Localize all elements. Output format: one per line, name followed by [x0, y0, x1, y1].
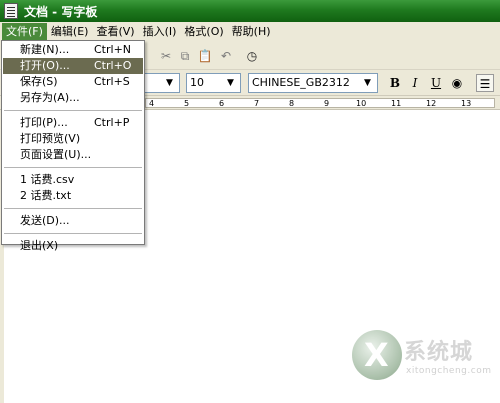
menu-item-label: 页面设置(U)... [20, 148, 92, 161]
file-menu-dropdown: 新建(N)... Ctrl+N 打开(O)... Ctrl+O 保存(S) Ct… [1, 40, 145, 252]
charset-combo[interactable]: CHINESE_GB2312 ▼ [248, 73, 378, 93]
font-combo[interactable]: ▼ [140, 73, 180, 93]
wordpad-app-icon [4, 3, 18, 19]
menu-item-send[interactable]: 发送(D)... [3, 213, 143, 229]
menu-edit[interactable]: 编辑(E) [47, 23, 93, 40]
ruler-tick: 12 [426, 99, 437, 108]
menu-item-label: 新建(N)... [20, 43, 70, 56]
cut-icon[interactable]: ✂ [158, 48, 174, 64]
menu-item-label: 另存为(A)... [20, 91, 80, 104]
align-left-icon[interactable]: ☰ [476, 74, 494, 92]
menu-item-save-as[interactable]: 另存为(A)... [3, 90, 143, 106]
menu-item-recent-1[interactable]: 1 话费.csv [3, 172, 143, 188]
menu-insert[interactable]: 插入(I) [139, 23, 181, 40]
menu-format[interactable]: 格式(O) [180, 23, 227, 40]
menu-item-label: 1 话费.csv [20, 173, 75, 186]
menu-item-print[interactable]: 打印(P)... Ctrl+P [3, 115, 143, 131]
font-size-combo[interactable]: 10 ▼ [186, 73, 241, 93]
insert-datetime-icon[interactable]: ◷ [244, 48, 260, 64]
menu-item-shortcut: Ctrl+P [94, 116, 130, 129]
ruler-tick: 4 [149, 99, 155, 108]
menu-item-shortcut: Ctrl+S [94, 75, 130, 88]
menu-file[interactable]: 文件(F) [2, 22, 47, 40]
menu-item-new[interactable]: 新建(N)... Ctrl+N [3, 42, 143, 58]
title-bar: 文档 - 写字板 [0, 0, 500, 22]
italic-button[interactable]: I [406, 74, 424, 92]
menu-item-page-setup[interactable]: 页面设置(U)... [3, 147, 143, 163]
menu-item-recent-2[interactable]: 2 话费.txt [3, 188, 143, 204]
menu-item-label: 打开(O)... [20, 59, 70, 72]
menu-item-label: 发送(D)... [20, 214, 70, 227]
menu-separator [4, 233, 142, 234]
copy-icon[interactable]: ⧉ [177, 48, 193, 64]
chevron-down-icon: ▼ [166, 78, 173, 88]
watermark: 系统城 xitongcheng.com [352, 328, 497, 390]
menu-item-shortcut: Ctrl+O [94, 59, 132, 72]
menu-item-label: 打印(P)... [20, 116, 68, 129]
menu-item-print-preview[interactable]: 打印预览(V) [3, 131, 143, 147]
menu-item-label: 保存(S) [20, 75, 58, 88]
watermark-title: 系统城 [404, 340, 474, 365]
menu-separator [4, 208, 142, 209]
ruler-tick: 9 [324, 99, 330, 108]
menu-item-label: 2 话费.txt [20, 189, 72, 202]
menu-separator [4, 110, 142, 111]
ruler-track: 4 5 6 7 8 9 10 11 12 13 [145, 98, 495, 108]
menu-help[interactable]: 帮助(H) [228, 23, 275, 40]
ruler-tick: 10 [356, 99, 367, 108]
menu-item-label: 退出(X) [20, 239, 59, 252]
ruler-tick: 13 [461, 99, 472, 108]
watermark-subtitle: xitongcheng.com [406, 366, 492, 376]
bold-button[interactable]: B [386, 74, 404, 92]
watermark-logo-icon [352, 330, 402, 380]
undo-icon[interactable]: ↶ [218, 48, 234, 64]
menu-item-shortcut: Ctrl+N [94, 43, 132, 56]
chevron-down-icon: ▼ [364, 78, 371, 88]
menu-item-exit[interactable]: 退出(X) [3, 238, 143, 254]
font-size-value: 10 [190, 76, 204, 89]
charset-value: CHINESE_GB2312 [252, 76, 350, 89]
ruler-tick: 8 [289, 99, 295, 108]
ruler-tick: 6 [219, 99, 225, 108]
paste-icon[interactable]: 📋 [197, 48, 213, 64]
menu-view[interactable]: 查看(V) [92, 23, 138, 40]
menu-separator [4, 167, 142, 168]
underline-button[interactable]: U [427, 74, 445, 92]
chevron-down-icon: ▼ [227, 78, 234, 88]
menu-item-save[interactable]: 保存(S) Ctrl+S [3, 74, 143, 90]
ruler-tick: 11 [391, 99, 402, 108]
ruler-tick: 5 [184, 99, 190, 108]
ruler-tick: 7 [254, 99, 260, 108]
window-title: 文档 - 写字板 [24, 4, 98, 19]
menu-bar: 文件(F) 编辑(E) 查看(V) 插入(I) 格式(O) 帮助(H) [0, 22, 500, 40]
color-palette-icon[interactable]: ◉ [448, 74, 466, 92]
menu-item-open[interactable]: 打开(O)... Ctrl+O [3, 58, 143, 74]
menu-item-label: 打印预览(V) [20, 132, 81, 145]
